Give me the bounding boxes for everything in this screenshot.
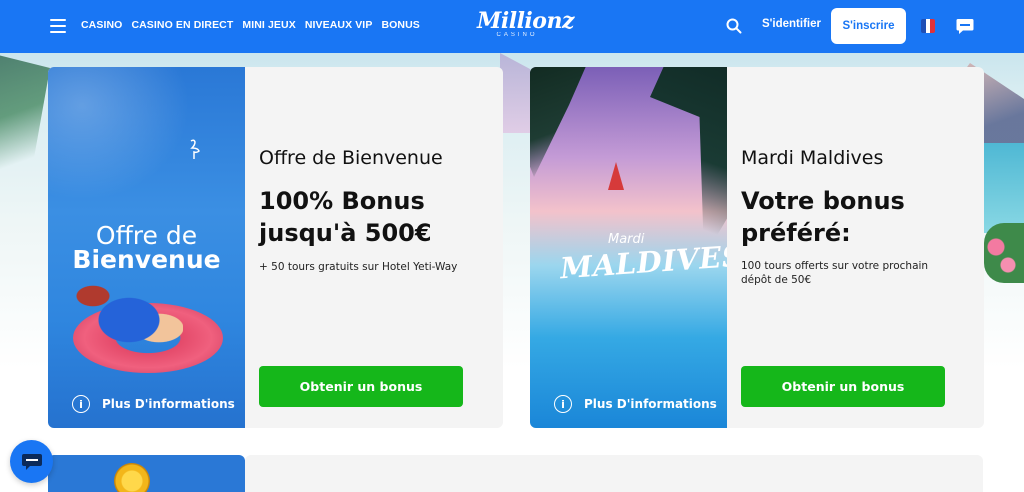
next-card-image[interactable] <box>48 455 245 492</box>
background-flowers <box>984 223 1024 283</box>
card-body: Offre de Bienvenue 100% Bonus jusqu'à 50… <box>245 67 503 428</box>
coin-illustration <box>114 463 150 492</box>
card-title-line1: 100% Bonus <box>259 187 425 215</box>
card-subtitle: Offre de Bienvenue <box>259 147 443 169</box>
card-title-line2: jusqu'à 500€ <box>259 219 432 247</box>
signin-link[interactable]: S'identifier <box>762 18 821 30</box>
top-navigation: CASINO CASINO EN DIRECT MINI JEUX NIVEAU… <box>0 0 1024 53</box>
image-title-line2: Bienvenue <box>72 245 221 274</box>
more-info-link[interactable]: i Plus D'informations <box>554 395 717 413</box>
palm-illustration-right <box>650 67 727 257</box>
support-chat-button[interactable] <box>10 440 53 483</box>
signup-button[interactable]: S'inscrire <box>831 8 906 44</box>
card-title: 100% Bonus jusqu'à 500€ <box>259 185 432 249</box>
card-description: 100 tours offerts sur votre prochain dép… <box>741 260 929 286</box>
card-subtitle: Mardi Maldives <box>741 147 884 169</box>
card-description: + 50 tours gratuits sur Hotel Yeti-Way <box>259 261 458 273</box>
more-info-link[interactable]: i Plus D'informations <box>72 395 235 413</box>
card-title-line2: préféré: <box>741 219 851 247</box>
logo[interactable]: Millionz CASINO <box>477 8 574 38</box>
flag-icon[interactable] <box>921 19 935 33</box>
image-title-line1: Mardi <box>608 232 645 247</box>
info-icon: i <box>72 395 90 413</box>
chat-icon[interactable] <box>955 16 975 36</box>
card-title-line1: Votre bonus <box>741 187 905 215</box>
get-bonus-button[interactable]: Obtenir un bonus <box>259 366 463 407</box>
background-palm <box>0 53 50 203</box>
nav-link-mini-games[interactable]: MINI JEUX <box>242 19 295 31</box>
maldives-image[interactable]: Mardi MALDIVES i Plus D'informations <box>530 67 727 428</box>
search-icon[interactable] <box>726 18 742 34</box>
more-info-label: Plus D'informations <box>584 397 717 411</box>
next-card-body <box>245 455 983 492</box>
card-body: Mardi Maldives Votre bonus préféré: 100 … <box>727 67 984 428</box>
nav-link-vip-levels[interactable]: NIVEAUX VIP <box>305 19 373 31</box>
get-bonus-button[interactable]: Obtenir un bonus <box>741 366 945 407</box>
main-nav: CASINO CASINO EN DIRECT MINI JEUX NIVEAU… <box>81 19 420 31</box>
nav-link-live-casino[interactable]: CASINO EN DIRECT <box>131 19 233 31</box>
welcome-offer-image[interactable]: Offre de Bienvenue i Plus D'informations <box>48 67 245 428</box>
info-icon: i <box>554 395 572 413</box>
background-palm-mid <box>500 53 530 133</box>
background-sea <box>979 143 1024 233</box>
sailboat-illustration <box>608 162 624 190</box>
logo-text: Millionz <box>477 8 574 34</box>
support-chat-icon <box>21 453 42 470</box>
more-info-label: Plus D'informations <box>102 397 235 411</box>
card-title: Votre bonus préféré: <box>741 185 905 249</box>
woman-illustration <box>63 272 183 352</box>
logo-subtext: CASINO <box>496 32 538 38</box>
bonus-card-welcome: Offre de Bienvenue i Plus D'informations… <box>48 67 503 428</box>
bonus-card-maldives: Mardi MALDIVES i Plus D'informations Mar… <box>530 67 984 428</box>
flamingo-icon <box>190 139 200 159</box>
nav-link-casino[interactable]: CASINO <box>81 19 122 31</box>
palm-illustration-left <box>530 67 590 177</box>
nav-link-bonus[interactable]: BONUS <box>381 19 419 31</box>
image-title-line2: MALDIVES <box>559 238 727 286</box>
menu-icon[interactable] <box>50 19 66 33</box>
